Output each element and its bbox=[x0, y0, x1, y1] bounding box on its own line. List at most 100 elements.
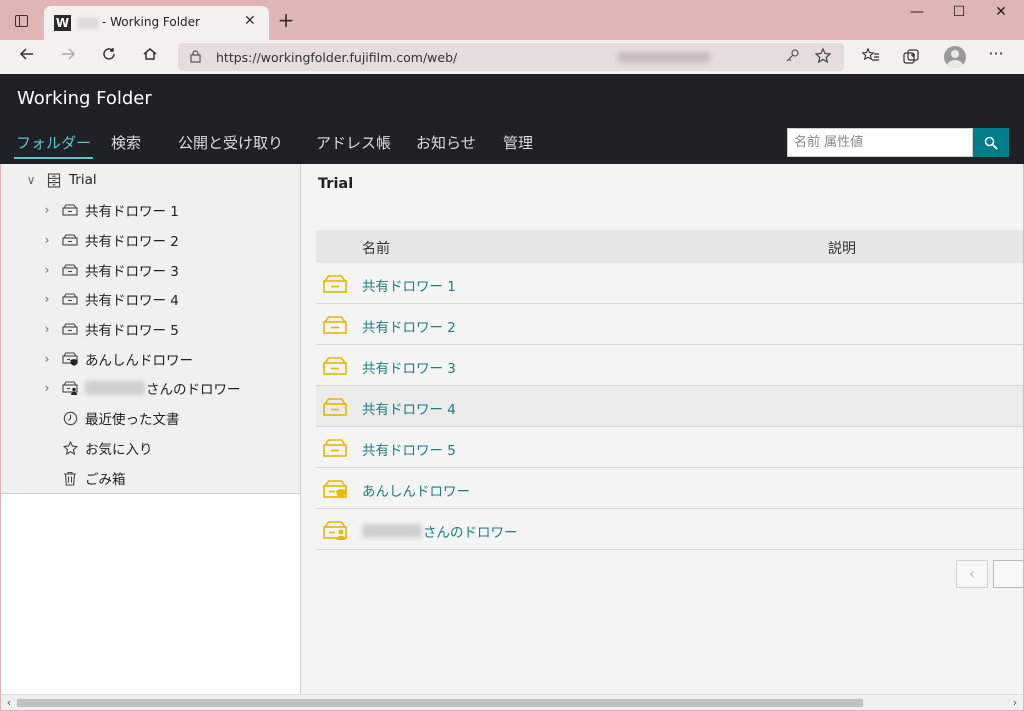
drawer-icon bbox=[61, 321, 79, 337]
chevron-right-icon[interactable]: › bbox=[39, 263, 55, 277]
drawer-icon bbox=[323, 398, 347, 416]
scroll-left-icon[interactable]: ‹ bbox=[1, 695, 17, 711]
refresh-button[interactable] bbox=[95, 45, 123, 69]
tab-search[interactable]: 検索 bbox=[111, 132, 141, 153]
minimize-button[interactable]: — bbox=[902, 4, 932, 26]
search-input[interactable] bbox=[787, 128, 973, 157]
chevron-right-icon[interactable]: › bbox=[39, 381, 55, 395]
browser-tab-strip: W - Working Folder ✕ + — ☐ ✕ bbox=[0, 0, 1024, 40]
drawer-link[interactable]: 共有ドロワー 1 bbox=[362, 275, 456, 295]
drawer-link[interactable]: 共有ドロワー 2 bbox=[362, 316, 456, 336]
tree-item-drawer-5[interactable]: › 共有ドロワー 5 bbox=[39, 315, 179, 343]
drawer-link[interactable]: 共有ドロワー 5 bbox=[362, 439, 456, 459]
tree-item-label: 共有ドロワー 2 bbox=[85, 234, 179, 250]
table-header: 名前 説明 bbox=[316, 230, 1023, 263]
maximize-button[interactable]: ☐ bbox=[944, 4, 974, 26]
drawer-icon bbox=[61, 291, 79, 307]
table-row[interactable]: さんのドロワー bbox=[316, 509, 1023, 550]
tree-item-drawer-1[interactable]: › 共有ドロワー 1 bbox=[39, 196, 179, 224]
tree-item-drawer-3[interactable]: › 共有ドロワー 3 bbox=[39, 256, 179, 284]
tab-admin[interactable]: 管理 bbox=[503, 132, 533, 153]
secure-drawer-icon bbox=[323, 480, 347, 498]
drawer-icon bbox=[323, 439, 347, 457]
tab-actions-icon[interactable] bbox=[10, 10, 32, 32]
collections-icon[interactable] bbox=[900, 48, 922, 68]
table-row[interactable]: 共有ドロワー 5 bbox=[316, 427, 1023, 468]
refresh-icon bbox=[103, 48, 115, 60]
tab-folder[interactable]: フォルダー bbox=[13, 132, 94, 159]
drawer-icon bbox=[61, 232, 79, 248]
drawer-icon bbox=[323, 357, 347, 375]
scroll-right-icon[interactable]: › bbox=[1007, 695, 1023, 711]
favorites-icon[interactable] bbox=[860, 47, 882, 68]
chevron-down-icon[interactable]: ∨ bbox=[23, 173, 39, 187]
table-row[interactable]: 共有ドロワー 3 bbox=[316, 345, 1023, 386]
tab-publish-receive[interactable]: 公開と受け取り bbox=[178, 132, 283, 153]
chevron-right-icon[interactable]: › bbox=[39, 322, 55, 336]
new-tab-button[interactable]: + bbox=[276, 10, 296, 30]
column-header-name[interactable]: 名前 bbox=[362, 238, 390, 258]
secure-drawer-icon bbox=[61, 351, 79, 367]
drawer-link-label: さんのドロワー bbox=[423, 525, 518, 541]
table-row[interactable]: 共有ドロワー 1 bbox=[316, 263, 1023, 304]
add-favorite-icon[interactable] bbox=[814, 47, 832, 69]
search-button[interactable] bbox=[973, 128, 1009, 157]
browser-tab[interactable]: W - Working Folder ✕ bbox=[44, 6, 269, 40]
lock-icon bbox=[190, 50, 201, 63]
table-row[interactable]: あんしんドロワー bbox=[316, 468, 1023, 509]
tree-item-drawer-4[interactable]: › 共有ドロワー 4 bbox=[39, 285, 179, 313]
tab-address-book[interactable]: アドレス帳 bbox=[316, 132, 391, 153]
tab-notices[interactable]: お知らせ bbox=[416, 132, 476, 153]
tree-item-label: 共有ドロワー 3 bbox=[85, 264, 179, 280]
address-toolbar: https://workingfolder.fujifilm.com/web/ … bbox=[0, 40, 1024, 74]
folder-tree: ∨ Trial › 共有ドロワー 1 › 共有ドロワー 2 › 共有ドロワー 3… bbox=[1, 164, 300, 494]
home-button[interactable] bbox=[136, 45, 164, 69]
tree-item-personal-drawer[interactable]: › さんのドロワー bbox=[39, 374, 241, 402]
tree-item-trash[interactable]: ごみ箱 bbox=[55, 464, 126, 492]
drawer-link[interactable]: 共有ドロワー 3 bbox=[362, 357, 456, 377]
back-arrow-icon bbox=[19, 48, 33, 60]
pager-prev-button[interactable]: ‹ bbox=[956, 560, 988, 588]
table-row[interactable]: 共有ドロワー 4 bbox=[316, 386, 1023, 427]
tree-item-label: 共有ドロワー 5 bbox=[85, 323, 179, 339]
app-header: Working Folder フォルダー 検索 公開と受け取り アドレス帳 お知… bbox=[0, 74, 1024, 164]
horizontal-scrollbar[interactable]: ‹ › bbox=[1, 694, 1023, 710]
tree-item-recent[interactable]: 最近使った文書 bbox=[55, 404, 180, 432]
chevron-right-icon[interactable]: › bbox=[39, 292, 55, 306]
drawer-link[interactable]: あんしんドロワー bbox=[362, 480, 470, 500]
drawer-link[interactable]: 共有ドロワー 4 bbox=[362, 398, 456, 418]
chevron-right-icon[interactable]: › bbox=[39, 233, 55, 247]
forward-button[interactable] bbox=[54, 45, 82, 69]
clock-icon bbox=[61, 410, 79, 426]
tree-root[interactable]: ∨ Trial bbox=[23, 166, 97, 194]
drawer-link[interactable]: さんのドロワー bbox=[362, 521, 518, 541]
table-row[interactable]: 共有ドロワー 2 bbox=[316, 304, 1023, 345]
drawer-icon bbox=[61, 262, 79, 278]
main-area: ∨ Trial › 共有ドロワー 1 › 共有ドロワー 2 › 共有ドロワー 3… bbox=[1, 164, 1023, 694]
search-icon bbox=[984, 136, 998, 150]
tree-item-favorites[interactable]: お気に入り bbox=[55, 434, 153, 462]
page-title: Trial bbox=[318, 176, 354, 192]
profile-avatar[interactable] bbox=[944, 46, 966, 68]
chevron-right-icon[interactable]: › bbox=[39, 203, 55, 217]
star-icon bbox=[61, 440, 79, 456]
tree-item-drawer-2[interactable]: › 共有ドロワー 2 bbox=[39, 226, 179, 254]
pager-page-button[interactable] bbox=[993, 560, 1023, 588]
tab-close-button[interactable]: ✕ bbox=[244, 13, 256, 29]
personal-drawer-icon bbox=[61, 380, 79, 396]
chevron-right-icon[interactable]: › bbox=[39, 352, 55, 366]
back-button[interactable] bbox=[13, 45, 41, 69]
home-icon bbox=[143, 48, 157, 60]
url-bar[interactable]: https://workingfolder.fujifilm.com/web/ bbox=[178, 43, 844, 71]
more-options-icon[interactable]: ··· bbox=[985, 44, 1007, 64]
column-header-description[interactable]: 説明 bbox=[828, 238, 856, 258]
window-close-button[interactable]: ✕ bbox=[986, 4, 1016, 26]
drawer-icon bbox=[323, 275, 347, 293]
tree-item-secure-drawer[interactable]: › あんしんドロワー bbox=[39, 345, 193, 373]
tree-item-label: あんしんドロワー bbox=[85, 353, 193, 369]
tree-root-label: Trial bbox=[69, 172, 97, 188]
drawer-icon bbox=[61, 202, 79, 218]
key-icon[interactable] bbox=[785, 49, 799, 67]
scrollbar-thumb[interactable] bbox=[17, 699, 863, 707]
site-favicon: W bbox=[54, 15, 71, 31]
